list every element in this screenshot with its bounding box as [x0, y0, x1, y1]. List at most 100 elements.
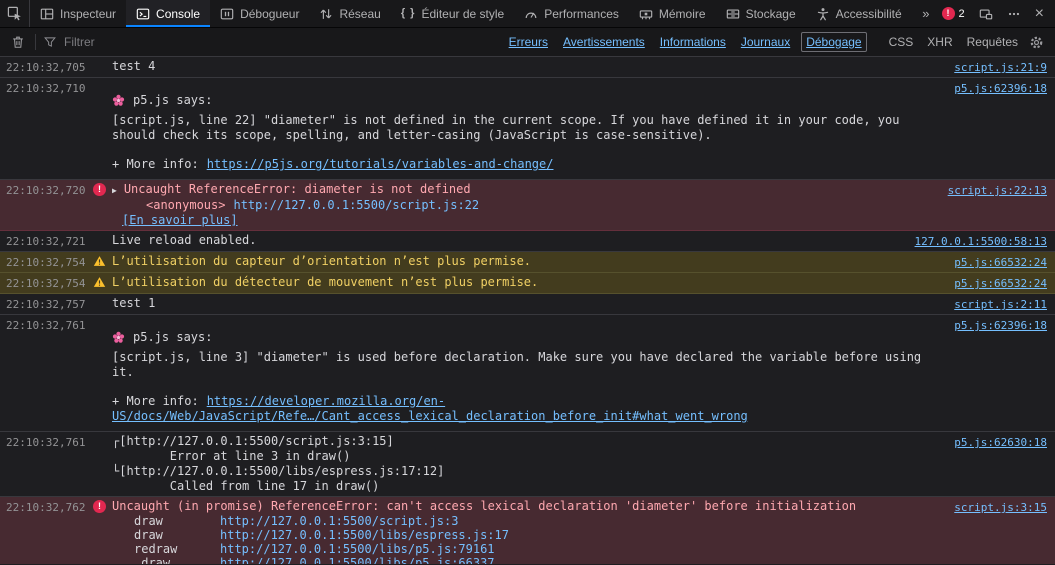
frame-url[interactable]: http://127.0.0.1:5500/script.js:3	[220, 514, 458, 528]
console-settings-button[interactable]	[1024, 33, 1049, 52]
pick-element-button[interactable]	[0, 0, 30, 27]
tab-storage[interactable]: Stockage	[716, 0, 806, 27]
p5-says-label: p5.js says:	[133, 93, 212, 108]
timestamp: 22:10:32,757	[0, 296, 86, 312]
type-filters: CSSXHRRequêtes	[883, 33, 1024, 51]
frame-function: <anonymous>	[146, 198, 225, 213]
trash-icon	[11, 35, 25, 49]
frame-function: draw	[134, 528, 220, 542]
warning-icon	[93, 255, 106, 267]
devtools-menu-button[interactable]	[1000, 0, 1028, 27]
learn-more-link[interactable]: [En savoir plus]	[112, 213, 238, 228]
separate-window-icon	[979, 7, 993, 21]
source-location-link[interactable]: p5.js:66532:24	[944, 275, 1055, 291]
message-content: test 4	[112, 59, 944, 75]
tab-accessibility[interactable]: Accessibilité	[806, 0, 912, 27]
error-count-badge[interactable]: ! 2	[935, 0, 972, 27]
message-icon-column	[86, 275, 112, 291]
source-location-link[interactable]: 127.0.0.1:5500:58:13	[905, 233, 1055, 249]
stack-frame: drawhttp://127.0.0.1:5500/libs/espress.j…	[112, 528, 944, 542]
tab-label: Performances	[544, 7, 619, 21]
tab-memory[interactable]: Mémoire	[629, 0, 716, 27]
expand-arrow-icon[interactable]: ▶	[112, 186, 117, 195]
message-icon-column: !	[86, 499, 112, 564]
timestamp: 22:10:32,754	[0, 254, 86, 270]
message-content: ┌[http://127.0.0.1:5500/script.js:3:15] …	[112, 434, 944, 494]
tab-style-editor[interactable]: { }Éditeur de style	[391, 0, 514, 27]
source-location-link[interactable]: script.js:21:9	[944, 59, 1055, 75]
close-devtools-button[interactable]: ×	[1028, 0, 1051, 27]
source-location-link[interactable]: p5.js:66532:24	[944, 254, 1055, 270]
message-text: test 4	[112, 59, 155, 73]
p5-header: p5.js says:	[112, 93, 944, 108]
warning-icon	[93, 276, 106, 288]
filter-type-0[interactable]: CSS	[883, 33, 920, 51]
filter-level-3[interactable]: Journaux	[737, 33, 794, 51]
filter-level-2[interactable]: Informations	[656, 33, 730, 51]
stack-frame: _drawhttp://127.0.0.1:5500/libs/p5.js:66…	[112, 556, 944, 564]
source-location-link[interactable]: script.js:3:15	[944, 499, 1055, 515]
filter-type-2[interactable]: Requêtes	[961, 33, 1024, 51]
filter-input[interactable]	[62, 34, 505, 50]
source-location-link[interactable]: script.js:22:13	[938, 182, 1055, 198]
message-text: [script.js, line 22] "diameter" is not d…	[112, 113, 944, 143]
filter-level-0[interactable]: Erreurs	[505, 33, 552, 51]
tab-debugger[interactable]: Débogueur	[210, 0, 309, 27]
stack-frame: redrawhttp://127.0.0.1:5500/libs/p5.js:7…	[112, 542, 944, 556]
close-icon: ×	[1035, 6, 1044, 22]
gear-icon	[1029, 35, 1044, 50]
separate-window-button[interactable]	[972, 0, 1000, 27]
overflow-tabs-button[interactable]: »	[915, 0, 934, 27]
message-icon-column	[86, 296, 112, 312]
p5-header: p5.js says:	[112, 330, 944, 345]
source-location-link[interactable]: p5.js:62396:18	[944, 317, 1055, 333]
tab-label: Accessibilité	[836, 7, 902, 21]
source-location-link[interactable]: p5.js:62630:18	[944, 434, 1055, 450]
frame-url[interactable]: http://127.0.0.1:5500/libs/p5.js:66337	[220, 556, 495, 564]
memory-icon	[639, 7, 653, 21]
error-message-line: ▶Uncaught ReferenceError: diameter is no…	[112, 182, 938, 198]
level-filters: Erreurs Avertissements Informations Journau…	[505, 32, 867, 52]
frame-url[interactable]: http://127.0.0.1:5500/libs/espress.js:17	[220, 528, 509, 542]
source-location-link[interactable]: script.js:2:11	[944, 296, 1055, 312]
more-info-line: + More info:https://p5js.org/tutorials/v…	[112, 157, 944, 172]
message-content: L’utilisation du capteur d’orientation n…	[112, 254, 944, 270]
frame-function: _draw	[134, 556, 220, 564]
tab-inspector[interactable]: Inspecteur	[30, 0, 126, 27]
tab-performance[interactable]: Performances	[514, 0, 629, 27]
filter-level-4[interactable]: Débogage	[801, 32, 866, 52]
trace-line: Called from line 17 in draw()	[112, 479, 944, 494]
filter-level-1[interactable]: Avertissements	[559, 33, 649, 51]
message-icon-column	[86, 80, 112, 172]
error-count-label: 2	[959, 8, 965, 20]
console-output: 22:10:32,705test 4script.js:21:922:10:32…	[0, 57, 1055, 564]
more-info-link[interactable]: https://developer.mozilla.org/en-US/docs…	[112, 394, 748, 423]
stack-frame: drawhttp://127.0.0.1:5500/script.js:3	[112, 514, 944, 528]
message-text: test 1	[112, 296, 155, 310]
funnel-icon	[44, 36, 56, 48]
frame-function: draw	[134, 514, 220, 528]
flower-icon	[112, 94, 125, 107]
console-message: 22:10:32,754 L’utilisation du capteur d’o…	[0, 252, 1055, 273]
tabbar-right-controls: » ! 2 ×	[915, 0, 1055, 27]
more-info-link[interactable]: https://p5js.org/tutorials/variables-and…	[207, 157, 554, 171]
console-icon	[136, 7, 150, 21]
tab-network[interactable]: Réseau	[309, 0, 390, 27]
tab-label: Stockage	[746, 7, 796, 21]
style-editor-icon: { }	[401, 8, 416, 19]
tab-console[interactable]: Console	[126, 0, 210, 27]
message-content: L’utilisation du détecteur de mouvement …	[112, 275, 944, 291]
meatball-menu-icon	[1007, 7, 1021, 21]
clear-console-button[interactable]	[6, 33, 30, 51]
frame-url[interactable]: http://127.0.0.1:5500/libs/p5.js:79161	[220, 542, 495, 556]
tab-label: Débogueur	[240, 7, 299, 21]
console-message: 22:10:32,705test 4script.js:21:9	[0, 57, 1055, 78]
message-icon-column	[86, 254, 112, 270]
p5-says-label: p5.js says:	[133, 330, 212, 345]
message-text: Live reload enabled.	[112, 233, 257, 247]
source-location-link[interactable]: p5.js:62396:18	[944, 80, 1055, 96]
storage-icon	[726, 7, 740, 21]
vertical-separator	[35, 34, 36, 50]
frame-url[interactable]: http://127.0.0.1:5500/script.js:22	[233, 198, 479, 213]
filter-type-1[interactable]: XHR	[921, 33, 958, 51]
